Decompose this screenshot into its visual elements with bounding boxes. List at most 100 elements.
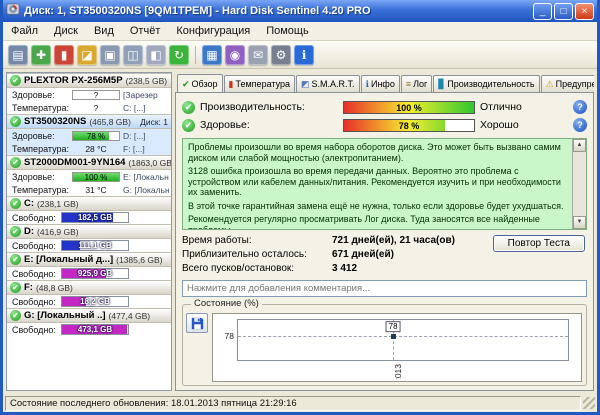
volume-name: C: xyxy=(24,198,34,209)
tab-smart[interactable]: ◩S.M.A.R.T. xyxy=(296,75,360,92)
stat-row-start-stop-count: Всего пусков/остановок: 3 412 xyxy=(182,261,587,275)
free-space-value: 18,2 GB xyxy=(62,297,128,306)
network-disk-icon[interactable]: ◧ xyxy=(146,45,166,65)
save-chart-button[interactable] xyxy=(186,313,208,333)
disk-item-plextor[interactable]: ✔ PLEXTOR PX-256M5P (238,5 GB) Здоровье:… xyxy=(7,73,171,114)
menu-configuration[interactable]: Конфигурация xyxy=(168,23,258,39)
smart-icon: ◩ xyxy=(301,80,310,89)
menu-view[interactable]: Вид xyxy=(86,23,122,39)
chart-plot-area: 78 xyxy=(237,319,569,361)
check-icon: ✔ xyxy=(182,80,190,89)
disk-item-st3500320ns[interactable]: ✔ ST3500320NS (465,8 GB) Диск: 1 Здоровь… xyxy=(7,114,171,155)
volume-size: (1385,6 GB) xyxy=(116,255,162,265)
disk-item-st2000dm001[interactable]: ✔ ST2000DM001-9YN164 (1863,0 GB) Диск: 2… xyxy=(7,155,171,196)
usb-disk-icon[interactable]: ◫ xyxy=(123,45,143,65)
menu-file[interactable]: Файл xyxy=(3,23,46,39)
stat-label: Время работы: xyxy=(182,235,332,246)
info-icon: ℹ xyxy=(366,80,369,89)
volume-item-f[interactable]: ✔ F: (48,8 GB) Свободно: 18,2 GB xyxy=(7,280,171,308)
tab-label: Обзор xyxy=(192,79,218,89)
health-bar: 78 % xyxy=(72,131,120,141)
tab-alerts[interactable]: ⚠Предупреждения xyxy=(541,75,594,92)
free-label: Свободно: xyxy=(12,297,58,307)
disk-header[interactable]: ✔ ST2000DM001-9YN164 (1863,0 GB) Диск: 2 xyxy=(7,155,171,170)
help-button[interactable]: ? xyxy=(573,118,587,132)
scroll-down-icon[interactable]: ▼ xyxy=(573,216,586,229)
chart-title: Состояние (%) xyxy=(191,298,262,309)
volume-header[interactable]: ✔ F: (48,8 GB) xyxy=(7,280,171,295)
disk-health-icon[interactable]: ✚ xyxy=(31,45,51,65)
volume-item-c[interactable]: ✔ C: (238,1 GB) Свободно: 182,5 GB xyxy=(7,196,171,224)
chart-icon[interactable]: ▦ xyxy=(202,45,222,65)
free-space-bar: 473,1 GB xyxy=(61,324,129,335)
volume-item-g[interactable]: ✔ G: [Локальный ..] (477,4 GB) Свободно:… xyxy=(7,308,171,336)
scrollbar[interactable]: ▲ ▼ xyxy=(572,139,586,229)
volume-header[interactable]: ✔ C: (238,1 GB) xyxy=(7,196,171,211)
minimize-button[interactable]: _ xyxy=(533,3,552,20)
performance-rating: Отлично xyxy=(480,101,544,113)
free-space-bar: 182,5 GB xyxy=(61,212,129,223)
free-label: Свободно: xyxy=(12,241,58,251)
tab-performance[interactable]: ▊Производительность xyxy=(433,75,539,92)
volume-header[interactable]: ✔ D: (416,9 GB) xyxy=(7,224,171,239)
tab-overview[interactable]: ✔Обзор xyxy=(177,74,223,92)
health-label: Здоровье: xyxy=(12,172,69,182)
menu-help[interactable]: Помощь xyxy=(258,23,317,39)
disk-size: (238,5 GB) xyxy=(126,76,168,86)
disk-header[interactable]: ✔ ST3500320NS (465,8 GB) Диск: 1 xyxy=(7,114,171,129)
message-paragraph: 3128 ошибка произошла во время передачи … xyxy=(188,166,567,198)
performance-bar: 100 % xyxy=(343,101,475,114)
ok-icon: ✔ xyxy=(182,101,195,114)
settings-icon[interactable]: ⚙ xyxy=(271,45,291,65)
volume-size: (238,1 GB) xyxy=(37,199,79,209)
tab-label: Лог xyxy=(413,79,427,89)
maximize-button[interactable]: □ xyxy=(554,3,573,20)
volume-item-d[interactable]: ✔ D: (416,9 GB) Свободно: 111,1 GB xyxy=(7,224,171,252)
message-paragraph: Проблемы произошли во время набора оборо… xyxy=(188,142,567,163)
titlebar[interactable]: Диск: 1, ST3500320NS [9QM1TPEM] - Hard D… xyxy=(3,0,597,22)
disk-temperature-icon[interactable]: ▮ xyxy=(54,45,74,65)
temperature-label: Температура: xyxy=(12,185,69,195)
tab-label: S.M.A.R.T. xyxy=(312,79,355,89)
help-button[interactable]: ? xyxy=(573,100,587,114)
info-icon[interactable]: ℹ xyxy=(294,45,314,65)
email-icon[interactable]: ✉ xyxy=(248,45,268,65)
tab-info[interactable]: ℹИнфо xyxy=(361,75,400,92)
refresh-icon[interactable]: ↻ xyxy=(169,45,189,65)
tab-temperature[interactable]: ▮Температура xyxy=(224,75,295,92)
performance-meter-row: ✔ Производительность: 100 % Отлично ? xyxy=(182,98,587,116)
message-paragraph: Рекомендуется регулярно просматривать Ло… xyxy=(188,214,567,230)
disk-header[interactable]: ✔ PLEXTOR PX-256M5P (238,5 GB) xyxy=(7,73,171,88)
partition-label: D: [...] xyxy=(123,131,146,141)
close-button[interactable]: × xyxy=(575,3,594,20)
scroll-up-icon[interactable]: ▲ xyxy=(573,139,586,152)
ok-icon: ✔ xyxy=(182,119,195,132)
health-rating: Хорошо xyxy=(480,119,544,131)
tab-log[interactable]: ≡Лог xyxy=(401,75,432,92)
resize-grip[interactable] xyxy=(583,397,595,409)
status-ok-icon: ✔ xyxy=(10,226,21,237)
data-point-label: 78 xyxy=(386,321,401,332)
free-space-value: 473,1 GB xyxy=(62,325,128,334)
disk-name: PLEXTOR PX-256M5P xyxy=(24,75,123,86)
free-space-value: 111,1 GB xyxy=(62,241,128,250)
volume-name: E: [Локальный д...] xyxy=(24,254,113,265)
camera-icon[interactable]: ◉ xyxy=(225,45,245,65)
toolbar-separator xyxy=(195,46,196,64)
overview-panel: ✔ Производительность: 100 % Отлично ? ✔ … xyxy=(175,92,594,391)
disk-copy-icon[interactable]: ▣ xyxy=(100,45,120,65)
menu-disk[interactable]: Диск xyxy=(46,23,86,39)
y-axis: 78 xyxy=(215,319,237,361)
disk-health-row: Здоровье: ? [Зарезер xyxy=(7,88,171,101)
volume-size: (48,8 GB) xyxy=(36,283,73,293)
volume-name: F: xyxy=(24,282,33,293)
tab-label: Предупреждения xyxy=(556,79,594,89)
hard-disk-icon[interactable]: ▤ xyxy=(8,45,28,65)
volume-header[interactable]: ✔ G: [Локальный ..] (477,4 GB) xyxy=(7,308,171,323)
retest-button[interactable]: Повтор Теста xyxy=(493,235,585,252)
menu-report[interactable]: Отчёт xyxy=(122,23,168,39)
folder-icon[interactable]: ◪ xyxy=(77,45,97,65)
volume-item-e[interactable]: ✔ E: [Локальный д...] (1385,6 GB) Свобод… xyxy=(7,252,171,280)
comment-input[interactable] xyxy=(182,280,587,297)
volume-header[interactable]: ✔ E: [Локальный д...] (1385,6 GB) xyxy=(7,252,171,267)
